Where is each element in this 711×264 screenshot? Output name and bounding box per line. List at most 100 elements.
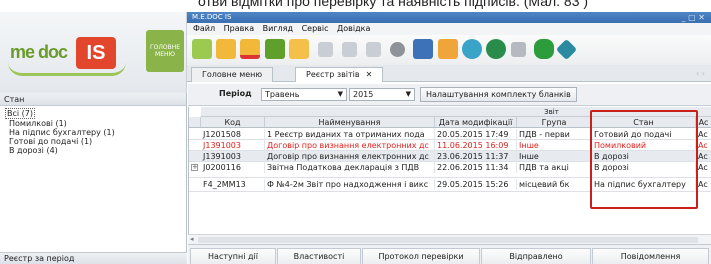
column-date[interactable]: Дата модифікації [435, 117, 517, 127]
printer-icon[interactable] [413, 39, 433, 59]
cell-name: 1 Реєстр виданих та отриманих пода [265, 129, 435, 140]
document-list-icon[interactable] [342, 42, 357, 57]
column-group[interactable]: Група [517, 117, 592, 127]
period-label: Період [219, 89, 252, 98]
tab-check-protocol[interactable]: Протокол перевірки [362, 248, 480, 264]
logo-panel: me doc IS ГОЛОВНЕ МЕНЮ [0, 12, 187, 93]
cell-name: Ф №4-2м Звіт про надходження і викс [265, 179, 435, 190]
status-panel: Стан Всі (7) Помилкові (1) На підпис бух… [0, 93, 187, 264]
caption-text: отви відмітки про перевірку та наявність… [198, 0, 589, 9]
status-tree: Всі (7) Помилкові (1) На підпис бухгалте… [0, 106, 186, 155]
home-menu-tile[interactable]: ГОЛОВНЕ МЕНЮ [146, 30, 184, 72]
filter-bar: Період Травень ▼ 2015 ▼ Налаштування компл… [188, 84, 711, 106]
year-select-value: 2015 [353, 90, 374, 99]
tab-bar: Головне меню Реєстр звітів ✕ ‹ › [187, 65, 711, 82]
cell-group: Інше [517, 140, 592, 151]
year-select[interactable]: 2015 ▼ [349, 88, 415, 101]
tab-report-registry[interactable]: Реєстр звітів ✕ [295, 67, 384, 82]
chevron-down-icon: ▼ [337, 90, 343, 98]
cell-code: J0200116 [201, 162, 265, 173]
cell-name: Звітна Податкова декларація з ПДВ [265, 162, 435, 173]
delete-folder-icon[interactable] [240, 39, 260, 59]
toolbar [187, 35, 711, 65]
bottom-tab-bar: Наступні дії Властивості Протокол переві… [188, 244, 711, 264]
expand-icon[interactable]: + [191, 164, 198, 171]
cell-group: Інше [517, 151, 592, 162]
chevron-down-icon: ▼ [405, 90, 411, 98]
tab-messages[interactable]: Повідомлення [592, 248, 709, 264]
cell-name: Договір про визнання електронних дс [265, 151, 435, 162]
home-tile-label: ГОЛОВНЕ МЕНЮ [149, 44, 181, 58]
menu-file[interactable]: Файл [193, 23, 215, 35]
medoc-logo: me doc IS [6, 28, 144, 84]
status-panel-header: Стан [0, 93, 186, 106]
cell-extra: Ac [696, 162, 711, 173]
state-column-highlight [590, 110, 698, 209]
cell-group: ПДВ та акці [517, 162, 592, 173]
document-caption: отви відмітки про перевірку та наявність… [0, 0, 711, 12]
window-controls[interactable]: _ ▢ ✕ [682, 12, 705, 23]
cell-code: F4_2MM13 [201, 179, 265, 190]
tree-item-errors[interactable]: Помилкові (1) [5, 119, 186, 128]
tab-next-actions[interactable]: Наступні дії [190, 248, 276, 264]
stamp-icon[interactable] [390, 42, 405, 57]
cell-date: 29.05.2015 15:26 [435, 179, 517, 190]
logo-swoosh [8, 62, 126, 76]
close-icon[interactable]: ✕ [366, 70, 373, 79]
menu-bar: Файл Правка Вигляд Сервіс Довідка [187, 23, 711, 35]
cell-date: 23.06.2015 11:37 [435, 151, 517, 162]
form-set-settings-button[interactable]: Налаштування комплекту бланків [420, 87, 577, 102]
green-document-icon[interactable] [265, 39, 285, 59]
globe-icon[interactable] [462, 39, 482, 59]
puzzle-icon[interactable] [555, 38, 578, 61]
document-delete-icon[interactable] [366, 42, 381, 57]
menu-help[interactable]: Довідка [337, 23, 370, 35]
column-name[interactable]: Найменування [265, 117, 435, 127]
folder-icon[interactable] [289, 39, 309, 59]
tree-item-all[interactable]: Всі (7) [5, 108, 186, 119]
window-title: M.E.DOC IS [192, 13, 232, 21]
horizontal-scrollbar[interactable]: ◂ [188, 234, 711, 244]
tree-item-in-transit[interactable]: В дорозі (4) [5, 146, 186, 155]
month-select-value: Травень [265, 90, 300, 99]
expander-column-header [189, 117, 201, 127]
cell-date: 11.06.2015 16:09 [435, 140, 517, 151]
shield-check-icon[interactable] [534, 39, 554, 59]
cell-name: Договір про визнання електронних дс [265, 140, 435, 151]
menu-edit[interactable]: Правка [224, 23, 254, 35]
add-icon[interactable] [192, 39, 212, 59]
tab-properties[interactable]: Властивості [277, 248, 361, 264]
tab-main-menu[interactable]: Головне меню [191, 67, 274, 82]
menu-service[interactable]: Сервіс [302, 23, 329, 35]
folder-send-icon[interactable] [438, 39, 458, 59]
tree-item-ready[interactable]: Готові до подачі (1) [5, 137, 186, 146]
menu-view[interactable]: Вигляд [263, 23, 293, 35]
column-code[interactable]: Код [201, 117, 265, 127]
tab-scroll-arrows[interactable]: ‹ › [696, 69, 705, 78]
gear-icon[interactable] [486, 39, 506, 59]
tree-item-all-label: Всі (7) [5, 108, 35, 119]
column-extra[interactable]: Ac [696, 117, 711, 127]
month-select[interactable]: Травень ▼ [261, 88, 347, 101]
tab-report-registry-label: Реєстр звітів [306, 70, 360, 79]
cell-date: 20.05.2015 17:49 [435, 129, 517, 140]
registry-period-panel[interactable]: Реєстр за період [0, 252, 187, 264]
cell-code: J1391003 [201, 140, 265, 151]
document-add-icon[interactable] [318, 42, 333, 57]
cell-code: J1391003 [201, 151, 265, 162]
scroll-left-icon[interactable]: ◂ [190, 235, 194, 243]
window-title-bar: M.E.DOC IS _ ▢ ✕ [187, 12, 711, 23]
tab-main-menu-label: Головне меню [202, 70, 263, 79]
scrollbar-thumb[interactable] [198, 237, 698, 243]
cell-extra: Ac [696, 140, 711, 151]
tree-item-to-sign[interactable]: На підпис бухгалтеру (1) [5, 128, 186, 137]
open-folder-icon[interactable] [216, 39, 236, 59]
cell-extra: Ac [696, 129, 711, 140]
cell-code: J1201508 [201, 129, 265, 140]
document-check-icon[interactable] [511, 42, 526, 57]
tab-sent[interactable]: Відправлено [481, 248, 591, 264]
cell-group: ПДВ - перви [517, 129, 592, 140]
cell-date: 22.06.2015 11:34 [435, 162, 517, 173]
logo-doc-text: doc [38, 42, 68, 62]
logo-me-text: me [10, 42, 35, 62]
